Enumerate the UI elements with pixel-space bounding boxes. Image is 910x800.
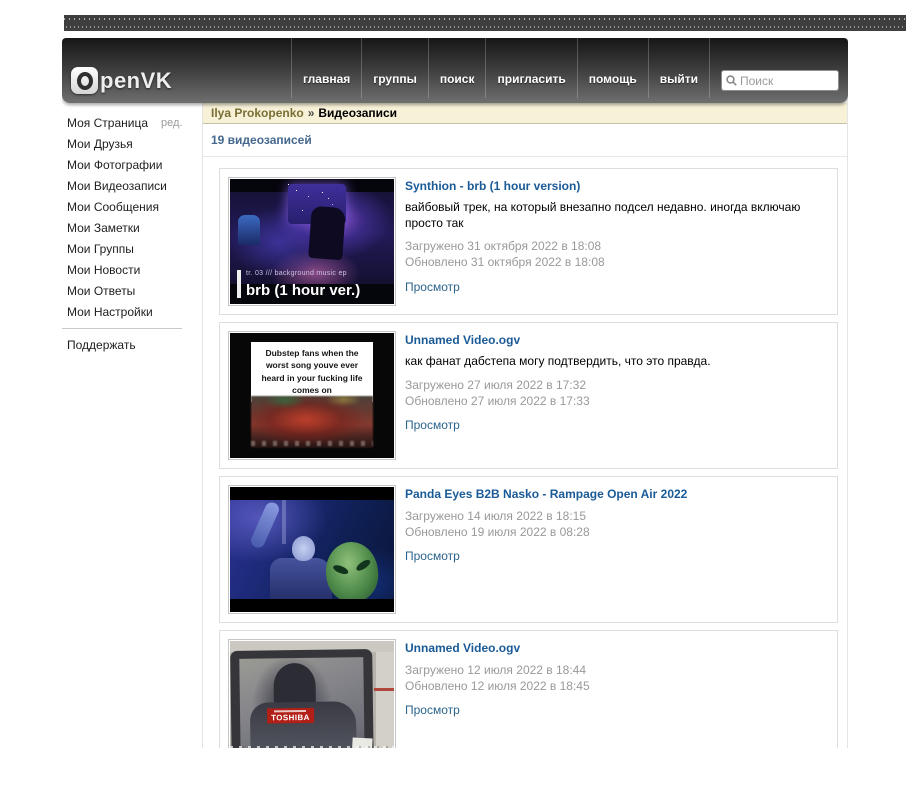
thumbnail-image-toshiba-crt: TOSHIBA	[230, 641, 394, 748]
videos-list: tr. 03 /// background music ep brb (1 ho…	[203, 157, 847, 748]
search-input[interactable]	[740, 74, 830, 88]
sidebar-item-news[interactable]: Мои Новости	[62, 259, 202, 280]
nav-item-poisk[interactable]: поиск	[428, 38, 486, 98]
site-header: penVK главная группы поиск пригласить по…	[62, 38, 848, 103]
sidebar: Моя Страница ред. Мои Друзья Мои Фотогра…	[62, 103, 202, 748]
browser-bookmarks-strip	[64, 15, 906, 31]
screenshot-root: penVK главная группы поиск пригласить по…	[0, 0, 910, 800]
video-row: Panda Eyes B2B Nasko - Rampage Open Air …	[219, 476, 838, 623]
thumbnail-image-rampage-alien	[230, 487, 394, 612]
openvk-logo-text: penVK	[100, 68, 172, 94]
thumb-meme-caption: Dubstep fans when the worst song youve e…	[251, 342, 373, 402]
video-thumbnail[interactable]: Dubstep fans when the worst song youve e…	[228, 331, 396, 460]
sidebar-item-videos[interactable]: Мои Видеозаписи	[62, 175, 202, 196]
openvk-page: penVK главная группы поиск пригласить по…	[62, 38, 848, 748]
video-title-link[interactable]: Unnamed Video.ogv	[405, 641, 520, 655]
sidebar-item-donate[interactable]: Поддержать	[62, 334, 202, 355]
video-uploaded-date: Загружено 14 июля 2022 в 18:15	[405, 508, 829, 524]
sidebar-item-messages[interactable]: Мои Сообщения	[62, 196, 202, 217]
sidebar-item-groups[interactable]: Мои Группы	[62, 238, 202, 259]
video-row: TOSHIBA Unnamed Video.ogv Загружено 12 и…	[219, 630, 838, 748]
breadcrumb: Ilya Prokopenko »Видеозаписи	[203, 103, 847, 124]
video-thumbnail[interactable]: TOSHIBA	[228, 639, 396, 748]
sidebar-edit-link[interactable]: ред.	[161, 117, 182, 129]
nav-item-glavnaya[interactable]: главная	[291, 38, 361, 98]
video-thumbnail[interactable]	[228, 485, 396, 614]
video-uploaded-date: Загружено 31 октября 2022 в 18:08	[405, 238, 829, 254]
video-view-link[interactable]: Просмотр	[405, 549, 460, 563]
thumbnail-image-dubstep-meme: Dubstep fans when the worst song youve e…	[230, 333, 394, 458]
sidebar-item-friends[interactable]: Мои Друзья	[62, 133, 202, 154]
header-nav: главная группы поиск пригласить помощь в…	[291, 38, 710, 98]
video-row: tr. 03 /// background music ep brb (1 ho…	[219, 168, 838, 315]
sidebar-item-photos[interactable]: Мои Фотографии	[62, 154, 202, 175]
thumb-overlay-subtitle: tr. 03 /// background music ep	[246, 270, 347, 277]
sidebar-item-replies[interactable]: Мои Ответы	[62, 280, 202, 301]
sidebar-item-settings[interactable]: Мои Настройки	[62, 301, 202, 322]
video-row: Dubstep fans when the worst song youve e…	[219, 322, 838, 469]
breadcrumb-section: Видеозаписи	[318, 106, 397, 120]
nav-item-priglasit[interactable]: пригласить	[485, 38, 576, 98]
videos-count-label: 19 видеозаписей	[203, 124, 847, 157]
page-body: Моя Страница ред. Мои Друзья Мои Фотогра…	[62, 103, 848, 748]
openvk-logo[interactable]: penVK	[71, 67, 172, 94]
video-description: вайбовый трек, на который внезапно подсе…	[405, 200, 815, 231]
video-uploaded-date: Загружено 27 июля 2022 в 17:32	[405, 377, 829, 393]
video-updated-date: Обновлено 31 октября 2022 в 18:08	[405, 254, 829, 270]
video-view-link[interactable]: Просмотр	[405, 418, 460, 432]
nav-item-gruppy[interactable]: группы	[361, 38, 428, 98]
video-updated-date: Обновлено 19 июля 2022 в 08:28	[405, 524, 829, 540]
breadcrumb-separator: »	[308, 106, 315, 120]
sidebar-item-notes[interactable]: Мои Заметки	[62, 217, 202, 238]
thumbnail-image-synthion-brb: tr. 03 /// background music ep brb (1 ho…	[230, 179, 394, 304]
toshiba-logo: TOSHIBA	[267, 708, 314, 724]
video-updated-date: Обновлено 27 июля 2022 в 17:33	[405, 393, 829, 409]
video-static-noise	[230, 746, 394, 748]
sidebar-item-my-page[interactable]: Моя Страница ред.	[62, 112, 202, 133]
video-updated-date: Обновлено 12 июля 2022 в 18:45	[405, 678, 829, 694]
video-description: как фанат дабстепа могу подтвердить, что…	[405, 354, 815, 370]
alien-balloon	[323, 539, 381, 599]
header-search-box[interactable]	[721, 70, 839, 91]
video-title-link[interactable]: Synthion - brb (1 hour version)	[405, 179, 580, 193]
video-view-link[interactable]: Просмотр	[405, 280, 460, 294]
openvk-o-icon	[71, 67, 98, 94]
content-column: Ilya Prokopenko »Видеозаписи 19 видеозапи…	[202, 103, 848, 748]
thumb-overlay-title: brb (1 hour ver.)	[246, 282, 360, 299]
nav-item-pomosch[interactable]: помощь	[577, 38, 648, 98]
video-title-link[interactable]: Panda Eyes B2B Nasko - Rampage Open Air …	[405, 487, 687, 501]
nav-item-vyiti[interactable]: выйти	[648, 38, 710, 98]
video-thumbnail[interactable]: tr. 03 /// background music ep brb (1 ho…	[228, 177, 396, 306]
breadcrumb-user-link[interactable]: Ilya Prokopenko	[211, 106, 304, 120]
video-uploaded-date: Загружено 12 июля 2022 в 18:44	[405, 662, 829, 678]
search-icon	[726, 75, 737, 86]
sidebar-divider	[62, 328, 182, 329]
video-title-link[interactable]: Unnamed Video.ogv	[405, 333, 520, 347]
crt-tv: TOSHIBA	[230, 649, 374, 748]
video-view-link[interactable]: Просмотр	[405, 703, 460, 717]
